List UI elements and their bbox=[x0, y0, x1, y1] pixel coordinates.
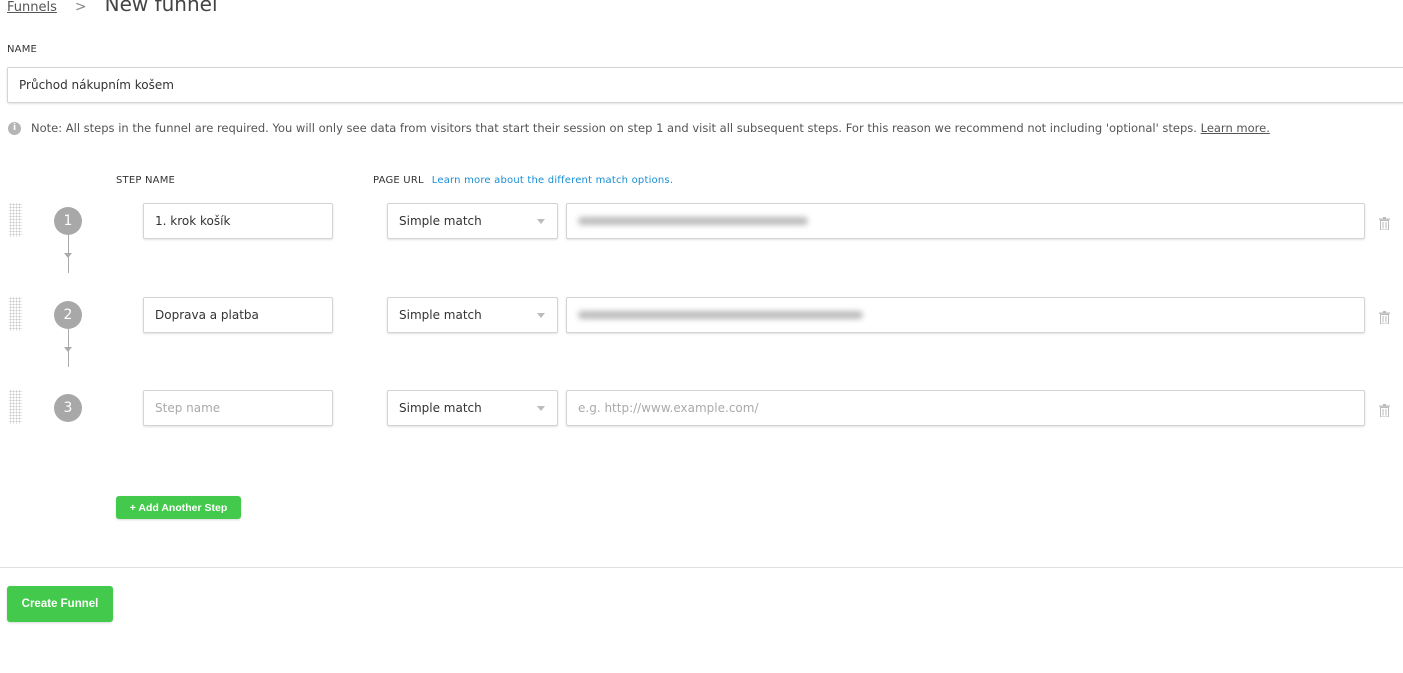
match-type-select[interactable]: Simple match bbox=[387, 297, 558, 333]
chevron-down-icon bbox=[537, 219, 545, 224]
breadcrumb-funnels-link[interactable]: Funnels bbox=[7, 0, 57, 15]
drag-handle[interactable] bbox=[9, 390, 22, 424]
step-name-input[interactable]: 1. krok košík bbox=[143, 203, 333, 239]
trash-icon[interactable] bbox=[1379, 402, 1390, 421]
info-icon: i bbox=[8, 121, 21, 135]
match-options-link[interactable]: Learn more about the different match opt… bbox=[432, 175, 673, 186]
breadcrumb: Funnels > New funnel bbox=[7, 0, 218, 16]
match-type-value: Simple match bbox=[399, 401, 482, 415]
match-type-value: Simple match bbox=[399, 214, 482, 228]
page-url-value-blurred bbox=[578, 217, 808, 225]
match-type-select[interactable]: Simple match bbox=[387, 390, 558, 426]
chevron-down-icon bbox=[537, 406, 545, 411]
page-url-input[interactable] bbox=[566, 297, 1365, 333]
chevron-down-icon bbox=[537, 313, 545, 318]
note: i Note: All steps in the funnel are requ… bbox=[8, 121, 1270, 135]
step-number-badge: 3 bbox=[54, 394, 82, 422]
note-text: Note: All steps in the funnel are requir… bbox=[31, 121, 1197, 135]
name-label: NAME bbox=[7, 44, 38, 55]
step-name-header: STEP NAME bbox=[116, 175, 176, 186]
page-url-label: PAGE URL bbox=[373, 175, 424, 186]
drag-handle[interactable] bbox=[9, 297, 22, 331]
step-name-value: Doprava a platba bbox=[155, 308, 259, 322]
trash-icon[interactable] bbox=[1379, 309, 1390, 328]
add-another-step-button[interactable]: + Add Another Step bbox=[116, 496, 241, 519]
step-name-input[interactable]: Doprava a platba bbox=[143, 297, 333, 333]
step-name-value: 1. krok košík bbox=[155, 214, 231, 228]
page-url-placeholder: e.g. http://www.example.com/ bbox=[578, 401, 759, 415]
page-url-value-blurred bbox=[578, 311, 863, 319]
page-title: New funnel bbox=[104, 0, 218, 16]
match-type-select[interactable]: Simple match bbox=[387, 203, 558, 239]
match-type-value: Simple match bbox=[399, 308, 482, 322]
step-name-placeholder: Step name bbox=[155, 401, 221, 415]
page-url-input[interactable] bbox=[566, 203, 1365, 239]
step-name-input[interactable]: Step name bbox=[143, 390, 333, 426]
drag-handle[interactable] bbox=[9, 203, 22, 237]
create-funnel-button[interactable]: Create Funnel bbox=[7, 586, 113, 622]
funnel-name-value: Průchod nákupním košem bbox=[19, 78, 174, 92]
learn-more-link[interactable]: Learn more. bbox=[1201, 121, 1270, 135]
divider bbox=[0, 567, 1403, 568]
step-number-badge: 2 bbox=[54, 301, 82, 329]
page-url-header: PAGE URL Learn more about the different m… bbox=[373, 175, 673, 186]
chevron-right-icon: > bbox=[74, 0, 87, 15]
page-url-input[interactable]: e.g. http://www.example.com/ bbox=[566, 390, 1365, 426]
arrow-down-icon bbox=[64, 253, 72, 258]
funnel-name-input[interactable]: Průchod nákupním košem bbox=[7, 67, 1403, 103]
trash-icon[interactable] bbox=[1379, 215, 1390, 234]
arrow-down-icon bbox=[64, 347, 72, 352]
step-number-badge: 1 bbox=[54, 207, 82, 235]
